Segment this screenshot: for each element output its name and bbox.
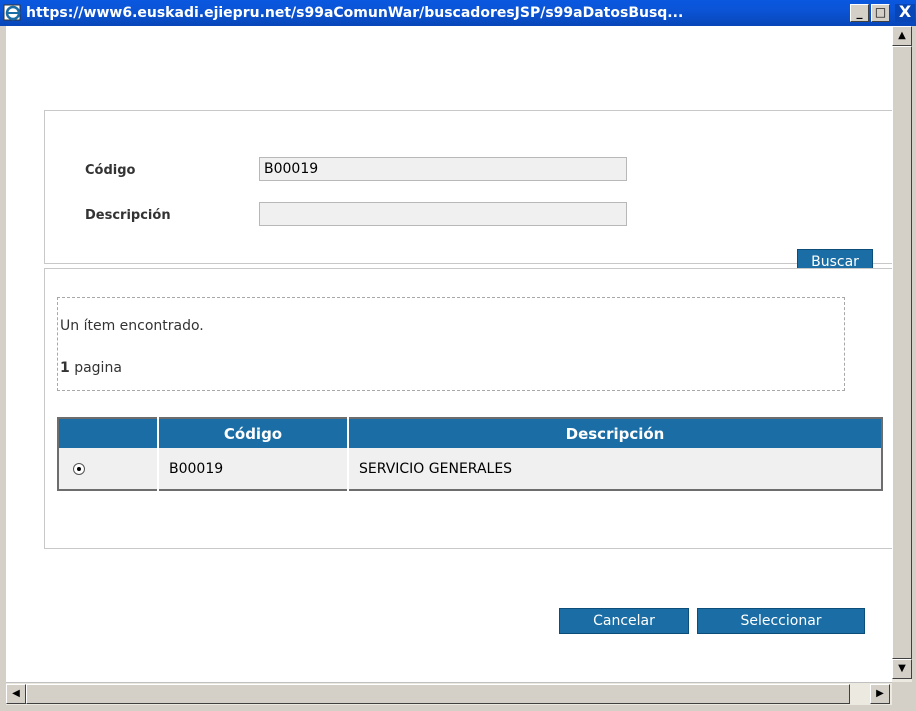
cancelar-button[interactable]: Cancelar [559, 608, 689, 634]
vertical-scrollbar[interactable]: ▲ ▼ [892, 26, 912, 682]
codigo-label: Código [85, 163, 136, 178]
row-radio-button[interactable] [73, 462, 85, 475]
ie-icon [3, 3, 23, 23]
horizontal-scroll-thumb[interactable] [26, 684, 850, 704]
client-area: Código Descripción Buscar Un ítem encont… [6, 26, 892, 682]
minimize-button[interactable]: _ [850, 4, 869, 22]
results-count-text: Un ítem encontrado. [60, 318, 204, 334]
window-titlebar[interactable]: https://www6.euskadi.ejiepru.net/s99aCom… [0, 0, 916, 26]
maximize-button[interactable]: □ [871, 4, 890, 22]
descripcion-input[interactable] [259, 202, 627, 226]
window-title: https://www6.euskadi.ejiepru.net/s99aCom… [26, 5, 684, 21]
descripcion-label: Descripción [85, 208, 171, 223]
window-frame-bottom [0, 705, 916, 711]
page-label: pagina [69, 360, 122, 376]
seleccionar-button[interactable]: Seleccionar [697, 608, 865, 634]
search-panel: Código Descripción Buscar [44, 110, 892, 275]
arrow-left-icon[interactable]: ◀ [6, 684, 26, 704]
close-button[interactable]: X [895, 4, 915, 22]
column-header-descripcion[interactable]: Descripción [348, 418, 882, 448]
row-descripcion: SERVICIO GENERALES [348, 448, 882, 490]
page-count: 1 [60, 360, 70, 376]
column-header-select [58, 418, 159, 448]
arrow-down-icon[interactable]: ▼ [892, 659, 912, 679]
arrow-right-icon[interactable]: ▶ [870, 684, 890, 704]
results-info-box: Un ítem encontrado. 1 pagina [57, 297, 845, 391]
row-select-cell[interactable] [58, 448, 159, 490]
results-panel: Un ítem encontrado. 1 pagina Código Desc… [44, 268, 892, 549]
table-header-row: Código Descripción [58, 418, 882, 448]
codigo-input[interactable] [259, 157, 627, 181]
horizontal-scrollbar[interactable]: ◀ ▶ [6, 682, 892, 705]
arrow-up-icon[interactable]: ▲ [892, 26, 912, 46]
table-row[interactable]: B00019 SERVICIO GENERALES [58, 448, 882, 490]
vertical-scroll-thumb[interactable] [892, 46, 912, 659]
results-table: Código Descripción B00019 SERVICIO GENER… [57, 417, 883, 491]
pagination-text: 1 pagina [60, 360, 122, 376]
column-header-codigo[interactable]: Código [158, 418, 349, 448]
row-codigo: B00019 [158, 448, 349, 490]
